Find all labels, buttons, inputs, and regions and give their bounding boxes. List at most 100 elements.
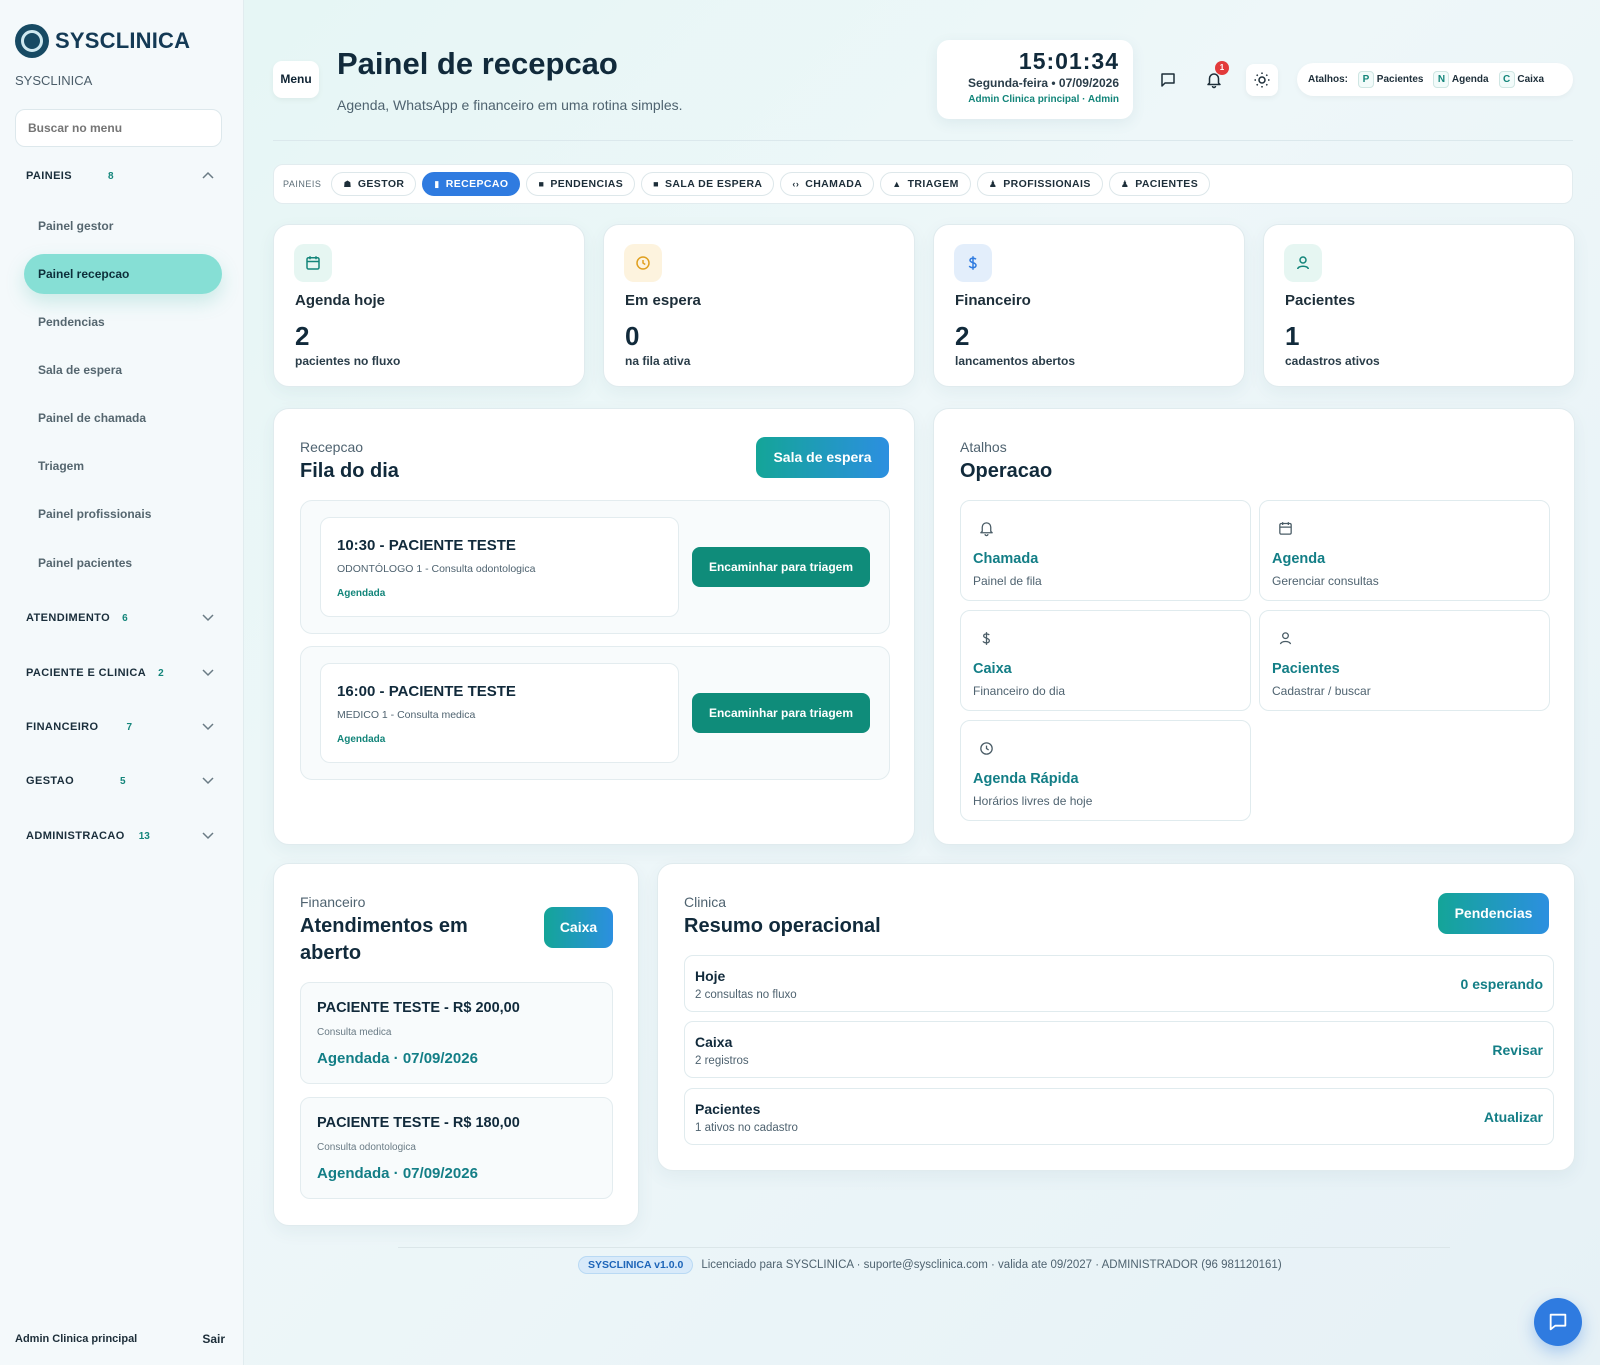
shortcut-key: C (1498, 71, 1515, 88)
queue-item-info[interactable]: 16:00 - PACIENTE TESTE MEDICO 1 - Consul… (320, 663, 679, 763)
bookmark-icon: ▮ (434, 178, 440, 189)
tab-gestor[interactable]: ☗ GESTOR (331, 172, 417, 196)
notifications-button[interactable]: 1 (1198, 61, 1230, 96)
menu-button[interactable]: Menu (273, 61, 319, 98)
sidebar-item-painel-pacientes[interactable]: Painel pacientes (24, 543, 222, 583)
group-count: 6 (122, 612, 128, 624)
payment-status: Agendada · 07/09/2026 (317, 1165, 478, 1182)
queue-panel: Recepcao Fila do dia Sala de espera 10:3… (273, 408, 915, 845)
page-title: Painel de recepcao (337, 46, 618, 81)
summary-row-link[interactable]: Revisar (1492, 1042, 1543, 1058)
brand[interactable]: SYSCLINICA (15, 24, 190, 58)
stat-card-pacientes[interactable]: Pacientes 1 cadastros ativos (1263, 224, 1575, 387)
forward-to-triage-button[interactable]: Encaminhar para triagem (692, 547, 870, 587)
shortcut-chamada[interactable]: Chamada Painel de fila (960, 500, 1251, 601)
queue-item-title: 10:30 - PACIENTE TESTE (337, 537, 516, 554)
sidebar-item-pendencias[interactable]: Pendencias (24, 302, 222, 342)
triangle-icon: ▲ (892, 179, 902, 189)
stat-title: Pacientes (1285, 292, 1356, 309)
section-title: Resumo operacional (684, 915, 881, 937)
section-kicker: Recepcao (300, 439, 364, 455)
stat-value: 1 (1285, 321, 1300, 351)
brand-logo-icon (15, 24, 49, 58)
shortcut-subtitle: Cadastrar / buscar (1272, 684, 1371, 698)
pending-button[interactable]: Pendencias (1438, 893, 1549, 934)
shortcut-label: Pacientes (1376, 74, 1424, 85)
tab-pendencias[interactable]: ■ PENDENCIAS (526, 172, 636, 196)
shortcut-title: Caixa (973, 661, 1012, 677)
queue-item-subtitle: MEDICO 1 - Consulta medica (337, 709, 476, 721)
theme-toggle-button[interactable] (1246, 64, 1278, 96)
sidebar-item-painel-profissionais[interactable]: Painel profissionais (24, 494, 222, 534)
sidebar-item-painel-gestor[interactable]: Painel gestor (24, 206, 222, 246)
sidebar-item-painel-de-chamada[interactable]: Painel de chamada (24, 398, 222, 438)
summary-row-subtitle: 1 ativos no cadastro (695, 1122, 798, 1134)
page-subtitle: Agenda, WhatsApp e financeiro em uma rot… (337, 97, 683, 113)
tab-label: CHAMADA (805, 178, 863, 190)
license-text: Licenciado para SYSCLINICA · suporte@sys… (701, 1259, 1282, 1271)
user-icon (1272, 625, 1298, 651)
users-icon: ♟ (988, 178, 998, 189)
logout-button[interactable]: Sair (202, 1332, 225, 1346)
section-kicker: Atalhos (960, 439, 1007, 455)
queue-item-status: Agendada (337, 734, 386, 745)
shortcut-caixa[interactable]: Caixa Financeiro do dia (960, 610, 1251, 711)
sidebar-group-atendimento[interactable]: ATENDIMENTO 6 (26, 608, 216, 628)
tab-label: PACIENTES (1135, 178, 1199, 190)
sidebar-item-painel-recepcao[interactable]: Painel recepcao (24, 254, 222, 294)
stat-value: 2 (955, 321, 970, 351)
shortcut-agenda[interactable]: Agenda Gerenciar consultas (1259, 500, 1550, 601)
stat-card-agenda-hoje[interactable]: Agenda hoje 2 pacientes no fluxo (273, 224, 585, 387)
brand-name: SYSCLINICA (55, 28, 191, 53)
group-count: 13 (138, 830, 150, 842)
tab-profissionais[interactable]: ♟ PROFISSIONAIS (976, 172, 1103, 196)
shortcut-key: N (1433, 71, 1450, 88)
tab-triagem[interactable]: ▲ TRIAGEM (880, 172, 971, 196)
tab-label: PROFISSIONAIS (1003, 178, 1091, 190)
shortcut-caixa[interactable]: C Caixa (1495, 71, 1544, 88)
tab-sala-de-espera[interactable]: ■ SALA DE ESPERA (641, 172, 775, 196)
stat-card-financeiro[interactable]: Financeiro 2 lancamentos abertos (933, 224, 1245, 387)
sidebar-group-paineis[interactable]: PAINEIS 8 (26, 166, 216, 186)
sidebar-item-triagem[interactable]: Triagem (24, 446, 222, 486)
clock-user: Admin Clinica principal · Admin (968, 94, 1119, 105)
square-icon: ■ (653, 179, 660, 189)
stat-subtitle: cadastros ativos (1285, 354, 1380, 368)
queue-item-info[interactable]: 10:30 - PACIENTE TESTE ODONTÓLOGO 1 - Co… (320, 517, 679, 617)
sidebar-footer: Admin Clinica principal Sair (15, 1332, 225, 1346)
tab-chamada[interactable]: ‹› CHAMADA (780, 172, 875, 196)
shortcut-agenda-rapida[interactable]: Agenda Rápida Horários livres de hoje (960, 720, 1251, 821)
chat-icon (1161, 73, 1175, 87)
sidebar-group-paciente-e-clinica[interactable]: PACIENTE E CLINICA 2 (26, 663, 216, 683)
document-icon: ■ (538, 179, 545, 189)
stat-value: 2 (295, 321, 310, 351)
shortcut-agenda[interactable]: N Agenda (1429, 71, 1489, 88)
stat-card-em-espera[interactable]: Em espera 0 na fila ativa (603, 224, 915, 387)
menu-search-input[interactable] (15, 109, 222, 147)
forward-to-triage-button[interactable]: Encaminhar para triagem (692, 693, 870, 733)
sidebar-group-gestao[interactable]: GESTAO 5 (26, 771, 216, 791)
dollar-icon (954, 244, 992, 282)
sidebar-item-sala-de-espera[interactable]: Sala de espera (24, 350, 222, 390)
sidebar-group-administracao[interactable]: ADMINISTRACAO 13 (26, 826, 216, 846)
messages-button[interactable] (1152, 64, 1184, 96)
payment-item[interactable]: PACIENTE TESTE - R$ 200,00 Consulta medi… (300, 982, 613, 1084)
chat-fab-button[interactable] (1534, 1298, 1582, 1346)
chevron-down-icon (202, 669, 214, 677)
payment-item[interactable]: PACIENTE TESTE - R$ 180,00 Consulta odon… (300, 1097, 613, 1199)
calendar-icon (1272, 515, 1298, 541)
waiting-room-button[interactable]: Sala de espera (756, 437, 889, 478)
stat-value: 0 (625, 321, 640, 351)
payment-subtitle: Consulta medica (317, 1027, 392, 1038)
tab-recepcao[interactable]: ▮ RECEPCAO (422, 172, 521, 196)
sidebar-group-financeiro[interactable]: FINANCEIRO 7 (26, 717, 216, 737)
shortcut-subtitle: Horários livres de hoje (973, 794, 1093, 808)
summary-row-link[interactable]: Atualizar (1484, 1109, 1543, 1125)
group-label: PAINEIS (26, 170, 72, 182)
shortcut-pacientes[interactable]: P Pacientes (1354, 71, 1423, 88)
summary-row-link[interactable]: 0 esperando (1461, 976, 1543, 992)
tab-pacientes[interactable]: ♟ PACIENTES (1108, 172, 1211, 196)
shortcut-pacientes[interactable]: Pacientes Cadastrar / buscar (1259, 610, 1550, 711)
clock-date: Segunda-feira • 07/09/2026 (968, 76, 1119, 90)
cashier-button[interactable]: Caixa (544, 907, 613, 948)
